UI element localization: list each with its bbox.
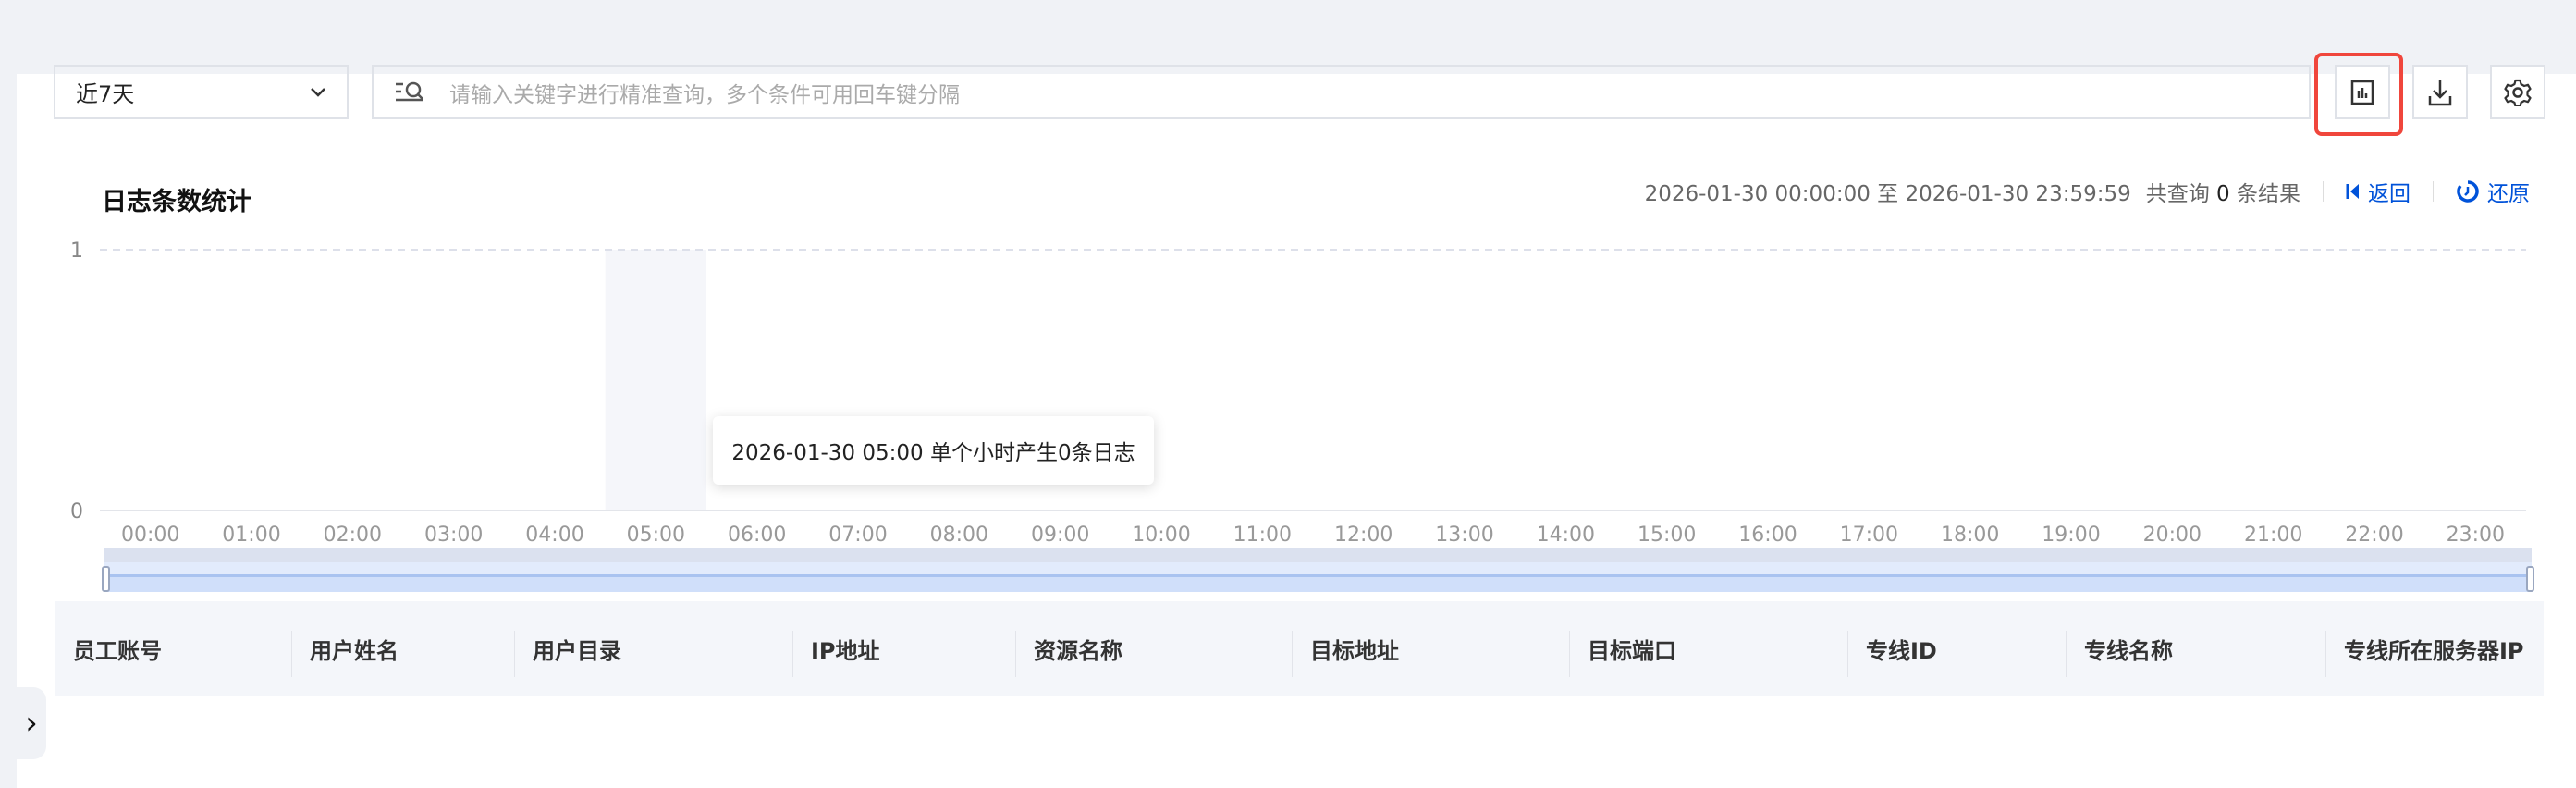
x-tick-label: 12:00 bbox=[1333, 523, 1393, 547]
column-header[interactable]: 用户目录 bbox=[514, 601, 621, 696]
column-header[interactable]: 专线名称 bbox=[2066, 601, 2173, 696]
x-tick-label: 05:00 bbox=[626, 523, 686, 547]
column-header-label: 目标地址 bbox=[1310, 637, 1399, 664]
search-placeholder: 请输入关键字进行精准查询，多个条件可用回车键分隔 bbox=[449, 82, 960, 107]
x-tick-label: 06:00 bbox=[727, 523, 787, 547]
column-divider[interactable] bbox=[1015, 631, 1016, 677]
count-prefix: 共查询 bbox=[2145, 182, 2210, 206]
slider-handle-right[interactable] bbox=[2526, 566, 2534, 592]
column-header[interactable]: 资源名称 bbox=[1015, 601, 1122, 696]
reset-icon bbox=[2457, 180, 2479, 203]
count-value: 0 bbox=[2216, 182, 2230, 206]
x-tick-label: 18:00 bbox=[1940, 523, 2000, 547]
column-header-label: 用户目录 bbox=[533, 637, 621, 664]
count-suffix: 条结果 bbox=[2237, 182, 2300, 206]
column-header[interactable]: 专线所在服务器IP bbox=[2325, 601, 2524, 696]
skip-back-icon bbox=[2346, 184, 2359, 199]
column-header-label: 目标端口 bbox=[1588, 637, 1676, 664]
time-range-value: 近7天 bbox=[76, 81, 135, 107]
y-tick-label: 1 bbox=[70, 240, 83, 263]
highlight-box bbox=[2314, 53, 2403, 136]
column-header[interactable]: 用户姓名 bbox=[291, 601, 399, 696]
x-tick-label: 11:00 bbox=[1233, 523, 1293, 547]
y-tick-label: 0 bbox=[70, 500, 83, 523]
column-header[interactable]: 目标端口 bbox=[1569, 601, 1676, 696]
x-tick-label: 04:00 bbox=[525, 523, 584, 547]
column-divider[interactable] bbox=[1847, 631, 1848, 677]
x-tick-label: 10:00 bbox=[1132, 523, 1191, 547]
reset-button[interactable]: 还原 bbox=[2456, 176, 2530, 207]
query-summary: 2026-01-30 00:00:00 至 2026-01-30 23:59:5… bbox=[1645, 176, 2530, 207]
search-filter-icon bbox=[396, 81, 423, 101]
x-tick-label: 17:00 bbox=[1839, 523, 1899, 547]
divider bbox=[2433, 181, 2434, 202]
chevron-down-icon bbox=[311, 87, 325, 97]
column-divider[interactable] bbox=[291, 631, 292, 677]
gear-icon bbox=[2504, 79, 2532, 106]
column-divider[interactable] bbox=[792, 631, 793, 677]
x-tick-label: 20:00 bbox=[2142, 523, 2202, 547]
x-tick-label: 03:00 bbox=[423, 523, 484, 547]
column-divider[interactable] bbox=[1292, 631, 1293, 677]
back-label: 返回 bbox=[2368, 182, 2410, 206]
time-range-select[interactable]: 近7天 bbox=[54, 65, 349, 119]
column-header-label: 用户姓名 bbox=[310, 637, 399, 664]
reset-label: 还原 bbox=[2487, 182, 2530, 206]
column-header-label: 专线所在服务器IP bbox=[2344, 637, 2524, 664]
x-tick-label: 21:00 bbox=[2243, 523, 2303, 547]
column-header[interactable]: 目标地址 bbox=[1292, 601, 1399, 696]
column-divider[interactable] bbox=[2325, 631, 2326, 677]
x-tick-label: 08:00 bbox=[929, 523, 989, 547]
search-input[interactable]: 请输入关键字进行精准查询，多个条件可用回车键分隔 bbox=[372, 65, 2311, 119]
x-tick-label: 00:00 bbox=[120, 523, 180, 547]
column-header[interactable]: 专线ID bbox=[1847, 601, 1937, 696]
x-tick-label: 23:00 bbox=[2446, 523, 2506, 547]
result-count: 共查询 0 条结果 bbox=[2146, 176, 2300, 207]
divider bbox=[2323, 181, 2324, 202]
slider-handle-left[interactable] bbox=[102, 566, 110, 592]
column-header[interactable]: IP地址 bbox=[792, 601, 880, 696]
x-tick-label: 01:00 bbox=[222, 523, 281, 547]
slider-track bbox=[104, 548, 2532, 562]
x-tick-label: 16:00 bbox=[1738, 523, 1797, 547]
hover-band bbox=[605, 250, 706, 511]
column-divider[interactable] bbox=[2066, 631, 2067, 677]
data-zoom-slider[interactable] bbox=[102, 548, 2534, 592]
slider-selection-lower bbox=[104, 577, 2532, 592]
column-header-label: 专线名称 bbox=[2084, 637, 2173, 664]
x-tick-label: 09:00 bbox=[1030, 523, 1090, 547]
log-count-chart: 01 bbox=[70, 240, 2526, 523]
x-tick-label: 14:00 bbox=[1536, 523, 1596, 547]
column-header-label: 员工账号 bbox=[73, 637, 162, 664]
slider-selection bbox=[104, 562, 2532, 577]
x-tick-label: 22:00 bbox=[2345, 523, 2404, 547]
column-header-label: IP地址 bbox=[811, 637, 880, 664]
column-divider[interactable] bbox=[514, 631, 515, 677]
column-divider[interactable] bbox=[1569, 631, 1570, 677]
download-icon bbox=[2428, 80, 2452, 105]
download-button[interactable] bbox=[2412, 65, 2468, 119]
x-tick-label: 07:00 bbox=[828, 523, 888, 547]
x-tick-label: 13:00 bbox=[1435, 523, 1494, 547]
x-tick-label: 02:00 bbox=[323, 523, 383, 547]
back-button[interactable]: 返回 bbox=[2346, 176, 2410, 207]
settings-button[interactable] bbox=[2490, 65, 2545, 119]
x-tick-label: 19:00 bbox=[2042, 523, 2101, 547]
time-range-text: 2026-01-30 00:00:00 至 2026-01-30 23:59:5… bbox=[1644, 182, 2131, 206]
column-header[interactable]: 员工账号 bbox=[55, 601, 162, 696]
expand-sidebar-button[interactable]: › bbox=[17, 687, 46, 759]
chart-title: 日志条数统计 bbox=[102, 188, 251, 216]
chart-tooltip: 2026-01-30 05:00 单个小时产生0条日志 bbox=[713, 416, 1154, 485]
chevron-right-icon: › bbox=[25, 705, 38, 742]
column-header-label: 专线ID bbox=[1866, 637, 1937, 664]
table-header: 员工账号 用户姓名 用户目录 IP地址 资源名称 目标地址 目标端口 专线ID 专线名称 专线所在… bbox=[55, 601, 2544, 696]
column-header-label: 资源名称 bbox=[1034, 637, 1122, 664]
x-tick-label: 15:00 bbox=[1637, 523, 1697, 547]
